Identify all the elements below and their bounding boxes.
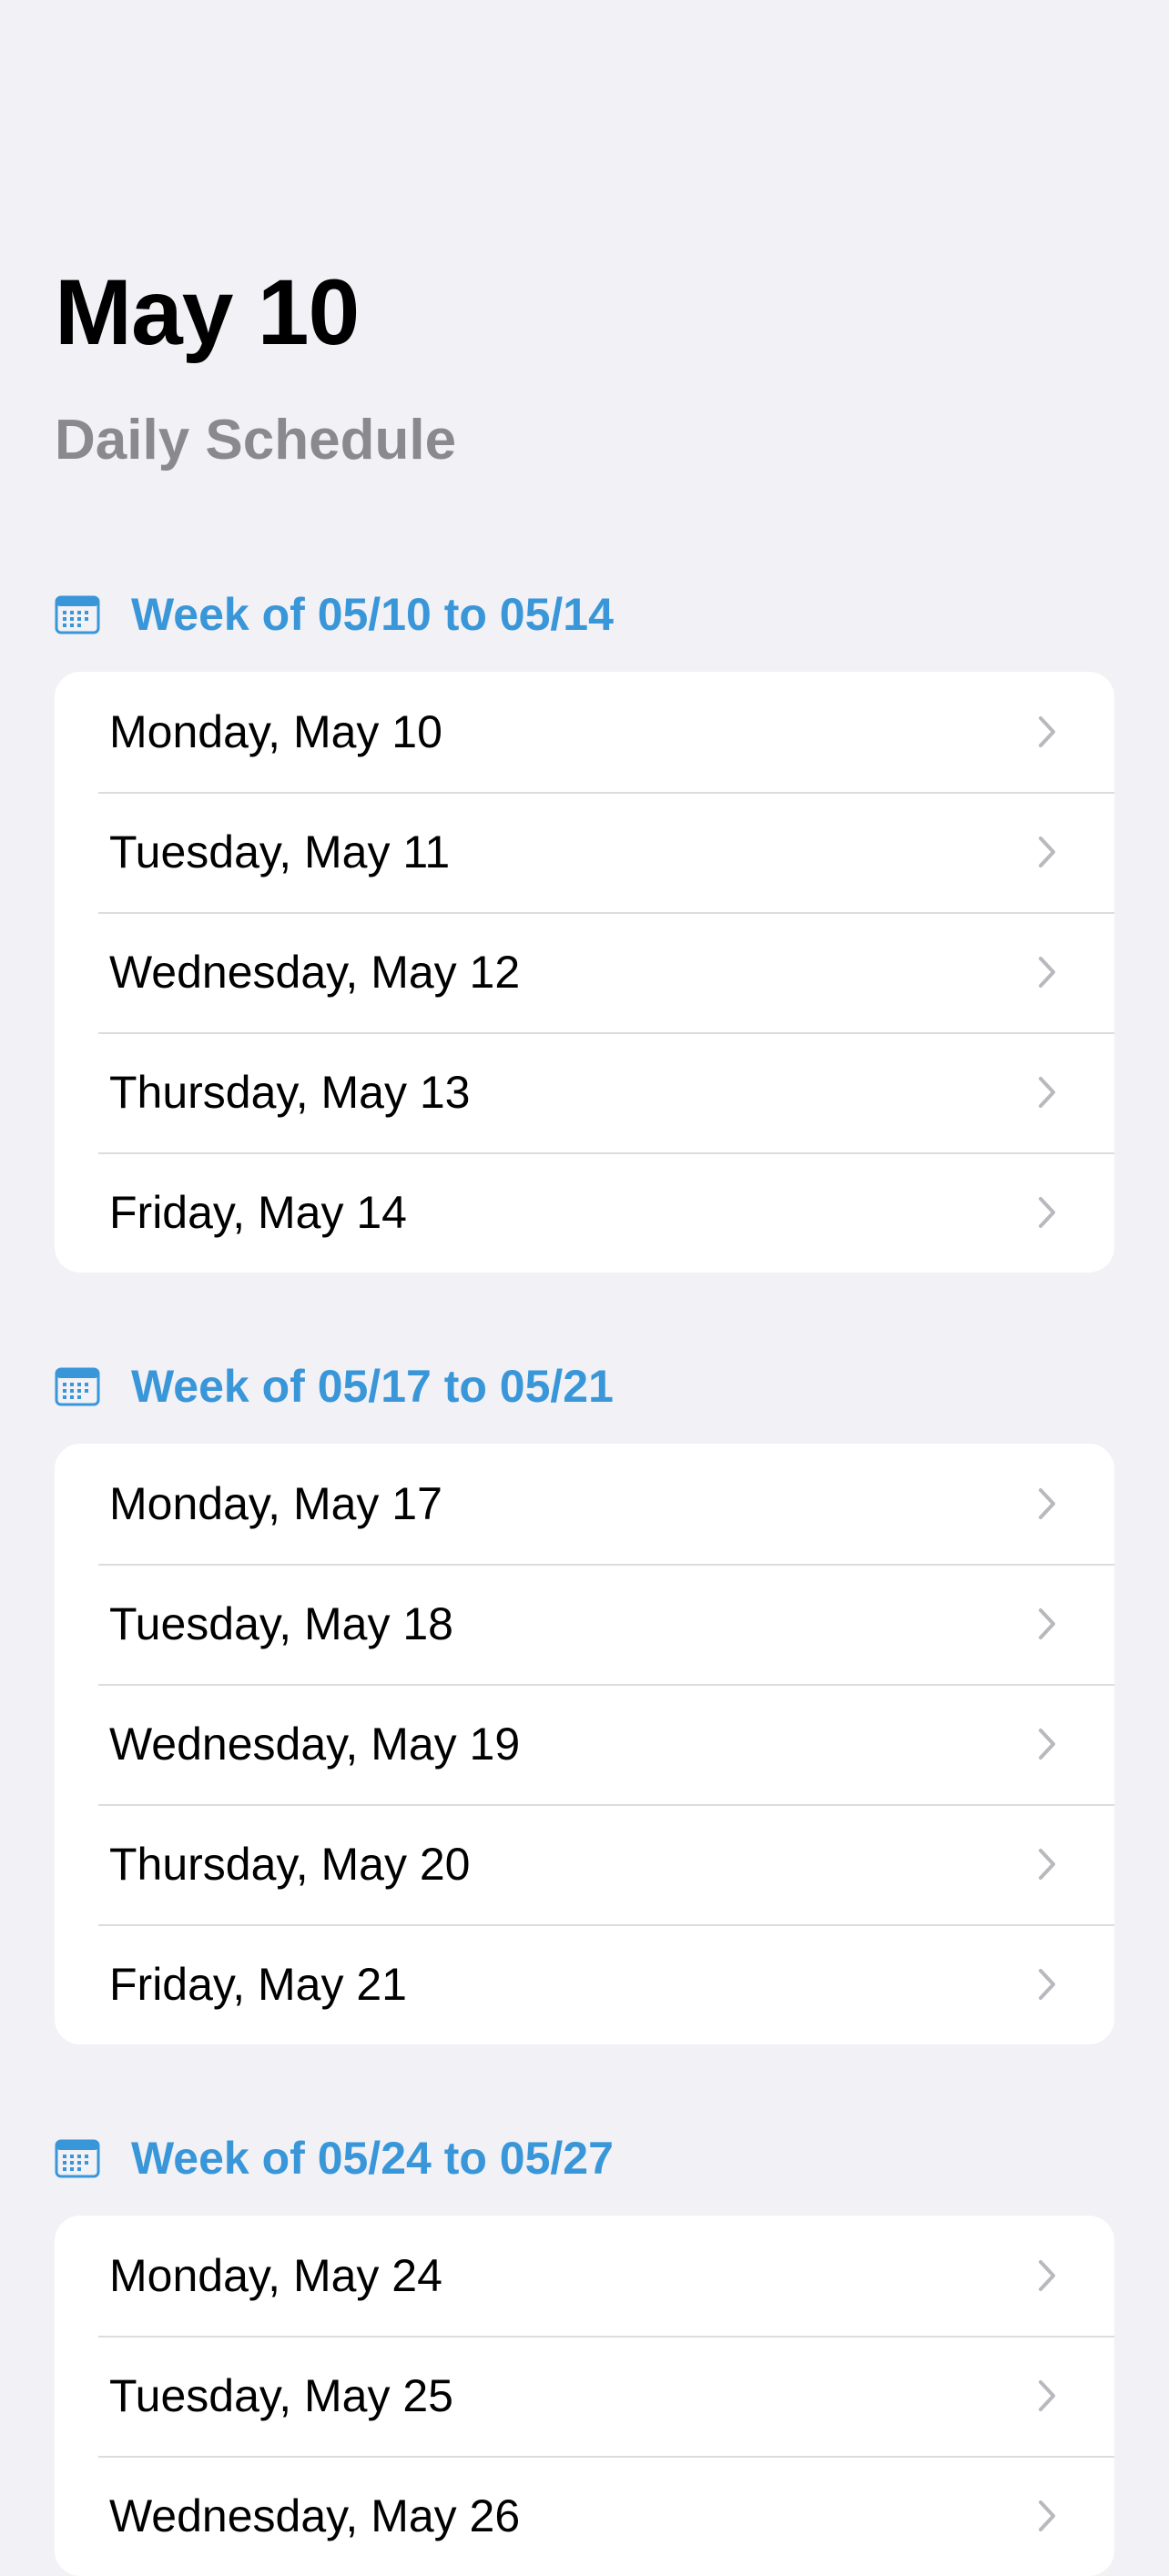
day-row[interactable]: Thursday, May 20 [55,1804,1114,1924]
chevron-right-icon [1034,1072,1060,1112]
day-list: Monday, May 24 Tuesday, May 25 Wednesday… [55,2216,1114,2576]
day-row[interactable]: Monday, May 24 [55,2216,1114,2336]
week-section: Week of 05/17 to 05/21 Monday, May 17 Tu… [55,1354,1114,2044]
day-row[interactable]: Wednesday, May 19 [55,1684,1114,1804]
chevron-right-icon [1034,2496,1060,2536]
calendar-icon [55,592,100,637]
day-row[interactable]: Monday, May 17 [55,1444,1114,1564]
week-header: Week of 05/17 to 05/21 [55,1354,1114,1418]
chevron-right-icon [1034,952,1060,992]
chevron-right-icon [1034,1484,1060,1524]
day-label: Thursday, May 13 [109,1067,471,1118]
day-label: Tuesday, May 11 [109,827,451,877]
week-header: Week of 05/10 to 05/14 [55,583,1114,646]
chevron-right-icon [1034,712,1060,752]
day-label: Thursday, May 20 [109,1839,471,1890]
day-row[interactable]: Thursday, May 13 [55,1032,1114,1152]
week-title: Week of 05/10 to 05/14 [131,589,614,640]
calendar-icon [55,2135,100,2181]
day-label: Wednesday, May 12 [109,947,521,998]
chevron-right-icon [1034,1604,1060,1644]
day-label: Friday, May 21 [109,1959,407,2010]
week-header: Week of 05/24 to 05/27 [55,2126,1114,2190]
day-list: Monday, May 17 Tuesday, May 18 Wednesday… [55,1444,1114,2044]
day-row[interactable]: Tuesday, May 25 [55,2336,1114,2456]
chevron-right-icon [1034,1964,1060,2004]
week-section: Week of 05/10 to 05/14 Monday, May 10 Tu… [55,583,1114,1273]
day-row[interactable]: Monday, May 10 [55,672,1114,792]
day-label: Monday, May 24 [109,2250,442,2301]
day-row[interactable]: Wednesday, May 26 [55,2456,1114,2576]
chevron-right-icon [1034,2376,1060,2416]
day-row[interactable]: Friday, May 14 [55,1152,1114,1273]
day-label: Tuesday, May 18 [109,1598,453,1649]
week-title: Week of 05/17 to 05/21 [131,1361,614,1412]
chevron-right-icon [1034,1192,1060,1232]
page-subtitle: Daily Schedule [55,409,457,472]
day-label: Wednesday, May 26 [109,2490,521,2541]
page-title: May 10 [55,260,360,364]
chevron-right-icon [1034,832,1060,872]
day-label: Wednesday, May 19 [109,1719,521,1770]
week-title: Week of 05/24 to 05/27 [131,2133,614,2184]
day-row[interactable]: Wednesday, May 12 [55,912,1114,1032]
chevron-right-icon [1034,1844,1060,1884]
day-row[interactable]: Tuesday, May 11 [55,792,1114,912]
calendar-icon [55,1364,100,1409]
chevron-right-icon [1034,2256,1060,2296]
day-label: Tuesday, May 25 [109,2370,453,2421]
day-label: Friday, May 14 [109,1187,407,1238]
day-row[interactable]: Tuesday, May 18 [55,1564,1114,1684]
day-row[interactable]: Friday, May 21 [55,1924,1114,2044]
week-section: Week of 05/24 to 05/27 Monday, May 24 Tu… [55,2126,1114,2576]
chevron-right-icon [1034,1724,1060,1764]
day-label: Monday, May 17 [109,1478,442,1529]
day-label: Monday, May 10 [109,706,442,757]
day-list: Monday, May 10 Tuesday, May 11 Wednesday… [55,672,1114,1273]
